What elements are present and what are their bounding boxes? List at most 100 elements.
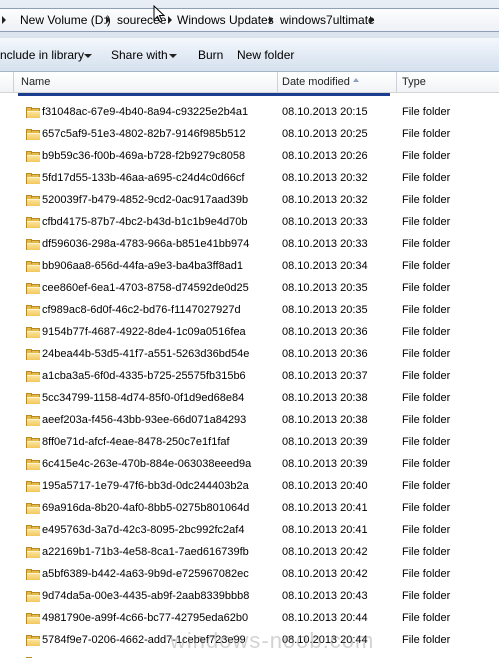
file-type: File folder	[402, 348, 451, 360]
file-date-modified: 08.10.2013 20:39	[282, 436, 368, 448]
file-name[interactable]: cfbd4175-87b7-4bc2-b43d-b1c1b9e4d70b	[42, 216, 248, 228]
list-item[interactable]: 4981790e-a99f-4c66-bc77-42795eda62b0 08.1…	[0, 608, 499, 630]
list-item[interactable]: aeef203a-f456-43bb-93ee-66d071a84293 08.1…	[0, 410, 499, 432]
column-type[interactable]: Type	[402, 72, 426, 92]
file-name[interactable]: 520039f7-b479-4852-9cd2-0ac917aad39b	[42, 194, 248, 206]
folder-icon	[26, 503, 40, 514]
list-item[interactable]: 5fd17d55-133b-46aa-a695-c24d4c0d66cf 08.1…	[0, 168, 499, 190]
include-in-library-button[interactable]: nclude in library	[0, 48, 84, 62]
file-name[interactable]: 69a916da-8b20-4af0-8bb5-0275b801064d	[42, 502, 249, 514]
file-name[interactable]: df596036-298a-4783-966a-b851e41bb974	[42, 238, 249, 250]
file-name[interactable]: 9d74da5a-00e3-4435-ab9f-2aab8339bbb8	[42, 590, 249, 602]
file-name[interactable]: 24bea44b-53d5-41f7-a551-5263d36bd54e	[42, 348, 249, 360]
chevron-right-icon[interactable]	[168, 16, 172, 24]
list-item[interactable]: 24bea44b-53d5-41f7-a551-5263d36bd54e 08.1…	[0, 344, 499, 366]
watermark: windows-noob.com	[170, 628, 375, 653]
file-name[interactable]: 4981790e-a99f-4c66-bc77-42795eda62b0	[42, 612, 248, 624]
file-name[interactable]: 8ff0e71d-afcf-4eae-8478-250c7e1f1faf	[42, 436, 230, 448]
file-name[interactable]: cee860ef-6ea1-4703-8758-d74592de0d25	[42, 282, 249, 294]
file-name[interactable]: bb906aa8-656d-44fa-a9e3-ba4ba3ff8ad1	[42, 260, 243, 272]
file-date-modified: 08.10.2013 20:37	[282, 370, 368, 382]
column-header: Name Date modified Type	[0, 72, 499, 93]
burn-button[interactable]: Burn	[198, 48, 223, 62]
list-item[interactable]: 5cc34799-1158-4d74-85f0-0f1d9ed68e84 08.1…	[0, 388, 499, 410]
file-name[interactable]: b9b59c36-f00b-469a-b728-f2b9279c8058	[42, 150, 245, 162]
crumb-windows7ultimate[interactable]: windows7ultimate	[280, 13, 375, 27]
folder-icon	[26, 613, 40, 624]
list-item[interactable]: df596036-298a-4783-966a-b851e41bb974 08.1…	[0, 234, 499, 256]
chevron-down-icon[interactable]	[84, 54, 92, 58]
list-item[interactable]: bb906aa8-656d-44fa-a9e3-ba4ba3ff8ad1 08.1…	[0, 256, 499, 278]
list-item[interactable]: a22169b1-71b3-4e58-8ca1-7aed616739fb 08.1…	[0, 542, 499, 564]
list-item[interactable]: cf989ac8-6d0f-46c2-bd76-f1147027927d 08.1…	[0, 300, 499, 322]
folder-icon	[26, 525, 40, 536]
folder-icon	[26, 195, 40, 206]
file-name[interactable]: a22169b1-71b3-4e58-8ca1-7aed616739fb	[42, 546, 249, 558]
column-name[interactable]: Name	[21, 72, 50, 92]
file-name[interactable]: 9154b77f-4687-4922-8de4-1c09a0516fea	[42, 326, 246, 338]
header-separator[interactable]	[277, 72, 278, 92]
chevron-right-icon[interactable]	[269, 16, 273, 24]
chevron-down-icon[interactable]	[169, 54, 177, 58]
folder-icon	[26, 437, 40, 448]
file-name[interactable]: cf989ac8-6d0f-46c2-bd76-f1147027927d	[42, 304, 241, 316]
new-folder-button[interactable]: New folder	[237, 48, 294, 62]
list-item[interactable]: cfbd4175-87b7-4bc2-b43d-b1c1b9e4d70b 08.1…	[0, 212, 499, 234]
file-type: File folder	[402, 216, 451, 228]
list-item[interactable]: 9d74da5a-00e3-4435-ab9f-2aab8339bbb8 08.1…	[0, 586, 499, 608]
file-date-modified: 08.10.2013 20:35	[282, 282, 368, 294]
file-type: File folder	[402, 128, 451, 140]
file-name[interactable]: e495763d-3a7d-42c3-8095-2bc992fc2af4	[42, 524, 244, 536]
list-item[interactable]: b9b59c36-f00b-469a-b728-f2b9279c8058 08.1…	[0, 146, 499, 168]
column-date-modified[interactable]: Date modified	[282, 72, 350, 92]
list-item[interactable]: 520039f7-b479-4852-9cd2-0ac917aad39b 08.1…	[0, 190, 499, 212]
folder-icon	[26, 415, 40, 426]
folder-icon	[26, 151, 40, 162]
file-name[interactable]: a1cba3a5-6f0d-4335-b725-25575fb315b6	[42, 370, 246, 382]
list-item[interactable]: 69a916da-8b20-4af0-8bb5-0275b801064d 08.1…	[0, 498, 499, 520]
folder-icon	[26, 591, 40, 602]
folder-icon	[26, 349, 40, 360]
file-name[interactable]: 195a5717-1e79-47f6-bb3d-0dc244403b2a	[42, 480, 249, 492]
file-name[interactable]: 5fd17d55-133b-46aa-a695-c24d4c0d66cf	[42, 172, 244, 184]
list-item[interactable]: cee860ef-6ea1-4703-8758-d74592de0d25 08.1…	[0, 278, 499, 300]
chevron-right-icon[interactable]	[370, 16, 374, 24]
list-item[interactable]: 9154b77f-4687-4922-8de4-1c09a0516fea 08.1…	[0, 322, 499, 344]
list-item[interactable]: 6c415e4c-263e-470b-884e-063038eeed9a 08.1…	[0, 454, 499, 476]
list-item[interactable]: 195a5717-1e79-47f6-bb3d-0dc244403b2a 08.1…	[0, 476, 499, 498]
file-date-modified: 08.10.2013 20:40	[282, 480, 368, 492]
file-type: File folder	[402, 172, 451, 184]
folder-icon	[26, 239, 40, 250]
list-item[interactable]: a1cba3a5-6f0d-4335-b725-25575fb315b6 08.1…	[0, 366, 499, 388]
folder-icon	[26, 459, 40, 470]
file-type: File folder	[402, 326, 451, 338]
file-type: File folder	[402, 524, 451, 536]
file-name[interactable]: 657c5af9-51e3-4802-82b7-9146f985b512	[42, 128, 246, 140]
chevron-right-icon[interactable]	[2, 16, 6, 24]
list-item[interactable]: 657c5af9-51e3-4802-82b7-9146f985b512 08.1…	[0, 124, 499, 146]
folder-icon	[26, 305, 40, 316]
file-date-modified: 08.10.2013 20:35	[282, 304, 368, 316]
file-type: File folder	[402, 480, 451, 492]
chevron-right-icon[interactable]	[106, 16, 110, 24]
header-separator[interactable]	[396, 72, 397, 92]
crumb-windows-updates[interactable]: Windows Updates	[177, 13, 274, 27]
folder-icon	[26, 261, 40, 272]
list-item[interactable]: f31048ac-67e9-4b40-8a94-c93225e2b4a1 08.1…	[0, 102, 499, 124]
crumb-new-volume[interactable]: New Volume (D:)	[20, 13, 111, 27]
list-item[interactable]: 8ff0e71d-afcf-4eae-8478-250c7e1f1faf 08.1…	[0, 432, 499, 454]
share-with-button[interactable]: Share with	[111, 48, 168, 62]
file-name[interactable]: 5cc34799-1158-4d74-85f0-0f1d9ed68e84	[42, 392, 244, 404]
folder-icon	[26, 283, 40, 294]
file-list[interactable]: File folder f31048ac-67e9-4b40-8a94-c932…	[0, 93, 499, 658]
list-item[interactable]: a5bf6389-b442-4a63-9b9d-e725967082ec 08.1…	[0, 564, 499, 586]
file-type: File folder	[402, 436, 451, 448]
file-name[interactable]: 6c415e4c-263e-470b-884e-063038eeed9a	[42, 458, 251, 470]
file-date-modified: 08.10.2013 20:43	[282, 590, 368, 602]
file-name[interactable]: aeef203a-f456-43bb-93ee-66d071a84293	[42, 414, 246, 426]
list-item[interactable]: e495763d-3a7d-42c3-8095-2bc992fc2af4 08.1…	[0, 520, 499, 542]
file-date-modified: 08.10.2013 20:33	[282, 238, 368, 250]
address-bar: New Volume (D:) sourecee Windows Updates…	[0, 0, 499, 38]
file-name[interactable]: f31048ac-67e9-4b40-8a94-c93225e2b4a1	[42, 106, 248, 118]
file-name[interactable]: a5bf6389-b442-4a63-9b9d-e725967082ec	[42, 568, 249, 580]
